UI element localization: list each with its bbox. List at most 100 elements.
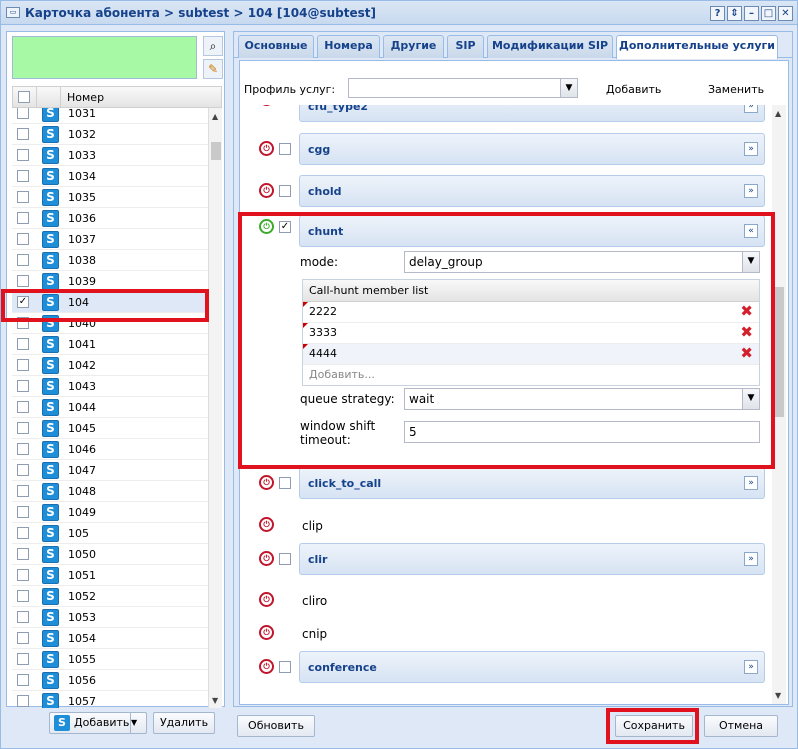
power-icon[interactable]: ⏻ <box>259 592 274 607</box>
row-checkbox[interactable] <box>17 149 29 161</box>
number-row[interactable]: S 1045 <box>12 418 208 439</box>
scroll-down-icon[interactable]: ▼ <box>212 696 218 705</box>
expand-icon[interactable]: » <box>744 105 758 113</box>
service-header[interactable]: cfu_type2 » <box>299 105 765 122</box>
select-all-checkbox[interactable] <box>18 91 30 103</box>
number-row[interactable]: S 1057 <box>12 691 208 708</box>
row-checkbox[interactable] <box>17 590 29 602</box>
row-checkbox[interactable] <box>17 254 29 266</box>
row-checkbox[interactable] <box>17 212 29 224</box>
row-checkbox[interactable] <box>17 233 29 245</box>
number-row[interactable]: S 1042 <box>12 355 208 376</box>
scroll-thumb[interactable] <box>774 287 784 417</box>
power-icon[interactable]: ⏻ <box>259 659 274 674</box>
row-checkbox[interactable] <box>17 653 29 665</box>
expand-icon[interactable]: » <box>744 660 758 674</box>
row-checkbox[interactable] <box>17 275 29 287</box>
number-row[interactable]: S 1043 <box>12 376 208 397</box>
power-icon[interactable]: ⏻ <box>259 475 274 490</box>
maximize-icon[interactable]: □ <box>761 6 776 21</box>
tab-sip-modifications[interactable]: Модификации SIP <box>487 35 613 58</box>
power-icon[interactable]: ⏻ <box>259 625 274 640</box>
power-icon[interactable]: ⏻ <box>259 183 274 198</box>
tab-other[interactable]: Другие <box>383 35 444 58</box>
number-row[interactable]: S 1034 <box>12 166 208 187</box>
row-checkbox[interactable] <box>17 695 29 707</box>
row-checkbox[interactable] <box>17 464 29 476</box>
tab-main[interactable]: Основные <box>238 35 314 58</box>
service-checkbox[interactable] <box>279 477 291 489</box>
number-row[interactable]: S 1036 <box>12 208 208 229</box>
power-icon[interactable]: ⏻ <box>259 105 274 106</box>
refresh-button[interactable]: Обновить <box>237 715 315 737</box>
number-row[interactable]: S 1038 <box>12 250 208 271</box>
scroll-down-icon[interactable]: ▼ <box>775 691 781 700</box>
number-row[interactable]: S 105 <box>12 523 208 544</box>
number-row[interactable]: S 1051 <box>12 565 208 586</box>
number-row[interactable]: S 1033 <box>12 145 208 166</box>
number-row[interactable]: S 1047 <box>12 460 208 481</box>
number-column-header[interactable]: Номер <box>61 87 209 107</box>
row-checkbox[interactable] <box>17 506 29 518</box>
row-checkbox[interactable] <box>17 611 29 623</box>
scroll-thumb[interactable] <box>211 142 221 160</box>
number-row[interactable]: S 1046 <box>12 439 208 460</box>
row-checkbox[interactable] <box>17 170 29 182</box>
number-row[interactable]: S 1049 <box>12 502 208 523</box>
row-checkbox[interactable] <box>17 527 29 539</box>
row-checkbox[interactable] <box>17 674 29 686</box>
row-checkbox[interactable] <box>17 191 29 203</box>
tab-numbers[interactable]: Номера <box>317 35 380 58</box>
number-row[interactable]: S 1041 <box>12 334 208 355</box>
row-checkbox[interactable] <box>17 632 29 644</box>
service-header[interactable]: click_to_call » <box>299 467 765 499</box>
edit-icon[interactable]: ✎ <box>203 59 223 79</box>
service-checkbox[interactable] <box>279 661 291 673</box>
row-checkbox[interactable] <box>17 401 29 413</box>
chevron-down-icon[interactable]: ▼ <box>560 79 577 97</box>
close-icon[interactable]: ✕ <box>778 6 793 21</box>
power-icon[interactable]: ⏻ <box>259 551 274 566</box>
number-row[interactable]: S 1054 <box>12 628 208 649</box>
number-row[interactable]: S 1053 <box>12 607 208 628</box>
row-checkbox[interactable] <box>17 548 29 560</box>
cancel-button[interactable]: Отмена <box>704 715 778 737</box>
number-row[interactable]: S 1031 <box>12 108 208 124</box>
profile-replace-link[interactable]: Заменить <box>708 83 764 96</box>
power-icon[interactable]: ⏻ <box>259 141 274 156</box>
service-header[interactable]: clir » <box>299 543 765 575</box>
service-checkbox[interactable] <box>279 185 291 197</box>
power-icon[interactable]: ⏻ <box>259 517 274 532</box>
number-row[interactable]: S 1056 <box>12 670 208 691</box>
expand-icon[interactable]: » <box>744 552 758 566</box>
row-checkbox[interactable] <box>17 422 29 434</box>
delete-number-button[interactable]: Удалить <box>153 712 215 734</box>
number-row[interactable]: S 1048 <box>12 481 208 502</box>
search-icon[interactable]: ⌕ <box>203 36 223 56</box>
expand-icon[interactable]: » <box>744 184 758 198</box>
expand-icon[interactable]: » <box>744 142 758 156</box>
row-checkbox[interactable] <box>17 485 29 497</box>
row-checkbox[interactable] <box>17 569 29 581</box>
refresh-icon[interactable]: ⇕ <box>727 6 742 21</box>
row-checkbox[interactable] <box>17 359 29 371</box>
profile-add-link[interactable]: Добавить <box>606 83 661 96</box>
row-checkbox[interactable] <box>17 443 29 455</box>
number-row[interactable]: S 1037 <box>12 229 208 250</box>
numbers-scrollbar[interactable]: ▲ ▼ <box>208 108 222 708</box>
service-checkbox[interactable] <box>279 143 291 155</box>
chevron-down-icon[interactable]: ▼ <box>130 713 146 733</box>
row-checkbox[interactable] <box>17 338 29 350</box>
service-header[interactable]: chold » <box>299 175 765 207</box>
tab-additional-services[interactable]: Дополнительные услуги <box>616 35 778 59</box>
help-icon[interactable]: ? <box>710 6 725 21</box>
scroll-up-icon[interactable]: ▲ <box>775 109 781 118</box>
number-row[interactable]: S 1052 <box>12 586 208 607</box>
row-checkbox[interactable] <box>17 128 29 140</box>
number-row[interactable]: S 1044 <box>12 397 208 418</box>
service-checkbox[interactable] <box>279 553 291 565</box>
number-row[interactable]: S 1032 <box>12 124 208 145</box>
number-row[interactable]: S 1055 <box>12 649 208 670</box>
scroll-up-icon[interactable]: ▲ <box>212 112 218 121</box>
minimize-icon[interactable]: – <box>744 6 759 21</box>
